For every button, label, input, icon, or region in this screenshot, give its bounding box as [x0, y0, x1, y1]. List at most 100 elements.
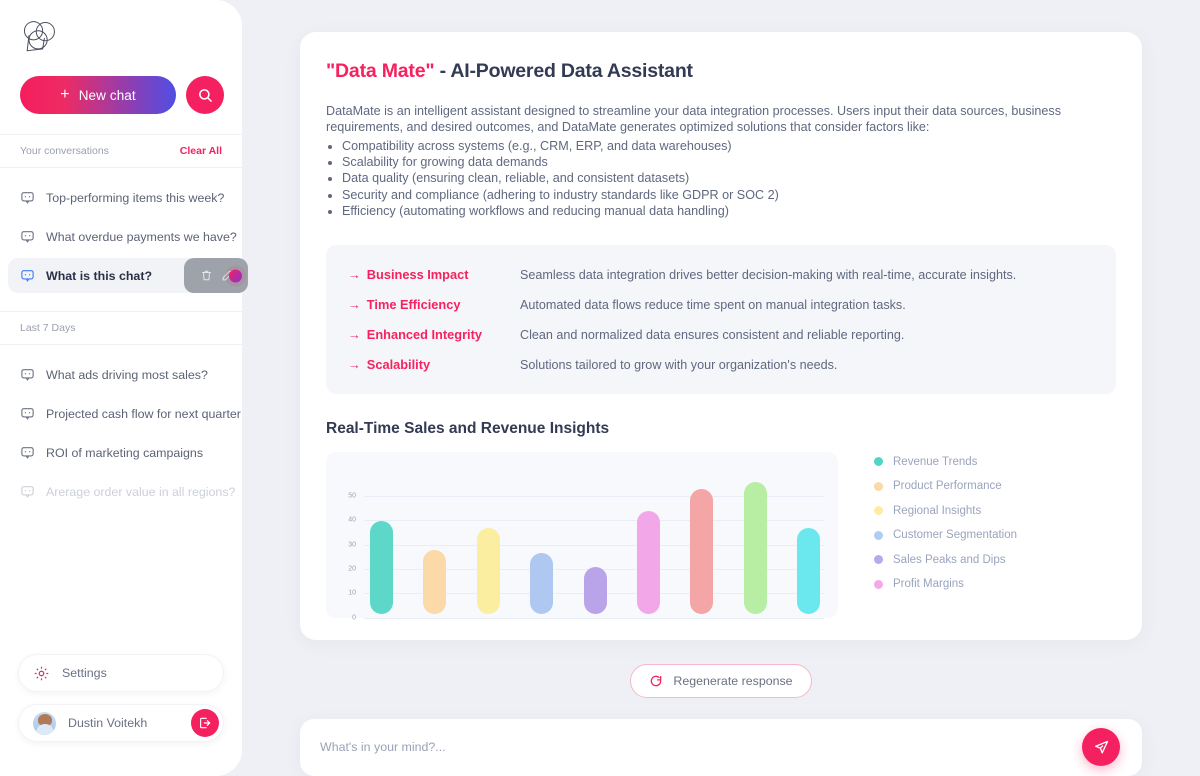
sidebar: + New chat Your conversations Clear All …	[0, 0, 248, 776]
conversation-item[interactable]: What overdue payments we have?	[8, 219, 237, 254]
page-title-rest: - AI-Powered Data Assistant	[434, 60, 693, 82]
legend-item[interactable]: Revenue Trends	[874, 456, 1017, 468]
conversations-header: Your conversations Clear All	[0, 134, 242, 168]
conversations-title: Your conversations	[20, 145, 109, 157]
benefit-value: Seamless data integration drives better …	[520, 267, 1017, 282]
bar	[530, 552, 554, 614]
legend-color-dot	[874, 530, 883, 540]
conversation-label: Top-performing items this week?	[46, 190, 225, 205]
intro-paragraph: DataMate is an intelligent assistant des…	[326, 104, 1062, 135]
benefit-key: → Business Impact	[348, 267, 520, 282]
message-composer	[300, 718, 1142, 776]
user-profile-row[interactable]: Dustin Voitekh	[18, 704, 224, 742]
settings-button[interactable]: Settings	[18, 654, 224, 692]
clear-all-button[interactable]: Clear All	[180, 145, 222, 157]
message-input[interactable]	[320, 740, 1082, 755]
main-content: "Data Mate" - AI-Powered Data Assistant …	[242, 0, 1200, 776]
bar	[690, 489, 714, 614]
legend-item[interactable]: Product Performance	[874, 480, 1017, 492]
trash-icon[interactable]	[200, 269, 213, 282]
page-title-highlight: "Data Mate"	[326, 60, 435, 82]
legend-color-dot	[874, 481, 883, 491]
y-axis-tick: 10	[348, 589, 356, 597]
legend-label: Product Performance	[893, 480, 1002, 493]
y-axis-tick: 30	[348, 541, 356, 549]
chart-bars	[370, 470, 820, 614]
chat-bubble-icon	[21, 408, 34, 420]
conversation-list: Top-performing items this week? What over…	[0, 168, 248, 297]
chat-bubble-icon	[21, 192, 34, 204]
user-name: Dustin Voitekh	[68, 716, 148, 730]
bar	[636, 511, 660, 614]
regenerate-wrapper: Regenerate response	[630, 663, 812, 698]
bar	[423, 550, 447, 614]
arrow-right-icon: →	[348, 296, 361, 312]
legend-color-dot	[874, 457, 883, 467]
bar	[797, 528, 820, 614]
sidebar-footer: Settings Dustin Voitekh	[0, 654, 242, 776]
search-button[interactable]	[186, 76, 224, 114]
legend-label: Customer Segmentation	[893, 529, 1018, 542]
conversation-label: What ads driving most sales?	[46, 367, 208, 382]
benefits-panel: → Business Impact Seamless data integratio…	[326, 244, 1116, 394]
benefit-key: → Enhanced Integrity	[348, 327, 520, 342]
legend-item[interactable]: Sales Peaks and Dips	[874, 554, 1017, 566]
conversation-label: ROI of marketing campaigns	[46, 445, 204, 460]
y-axis-tick: 20	[348, 565, 356, 573]
page-title: "Data Mate" - AI-Powered Data Assistant	[326, 60, 1116, 83]
logout-button[interactable]	[191, 709, 219, 737]
benefit-row: → Time Efficiency Automated data flows red…	[348, 297, 1090, 312]
conversation-label: Arerage order value in all regions?	[46, 484, 236, 499]
benefit-value: Automated data flows reduce time spent o…	[520, 297, 906, 312]
recent-conversation-list: What ads driving most sales? Projected ca…	[0, 345, 242, 513]
new-chat-label: New chat	[78, 87, 136, 103]
arrow-right-icon: →	[348, 266, 361, 282]
legend-color-dot	[874, 506, 883, 516]
chat-bubble-icon	[21, 231, 34, 243]
avatar	[33, 711, 56, 735]
conversation-label: What overdue payments we have?	[46, 229, 237, 244]
logout-icon	[200, 717, 211, 729]
y-axis-tick: 0	[352, 614, 356, 622]
plus-icon: +	[60, 85, 70, 103]
conversation-item[interactable]: Arerage order value in all regions?	[8, 474, 236, 509]
list-item: Efficiency (automating workflows and red…	[342, 203, 1116, 219]
logo-container	[0, 0, 242, 74]
chat-bubble-icon	[21, 486, 34, 498]
app-root: + New chat Your conversations Clear All …	[0, 0, 1200, 776]
response-card: "Data Mate" - AI-Powered Data Assistant …	[300, 32, 1142, 640]
bar	[370, 520, 393, 614]
arrow-right-icon: →	[348, 356, 361, 372]
y-axis-tick: 50	[348, 492, 356, 500]
legend-item[interactable]: Customer Segmentation	[874, 529, 1017, 541]
benefit-row: → Business Impact Seamless data integratio…	[348, 267, 1090, 282]
gradient-status-dot[interactable]	[229, 269, 242, 282]
benefit-key: → Time Efficiency	[348, 297, 520, 312]
legend-label: Profit Margins	[893, 578, 964, 591]
send-button[interactable]	[1082, 728, 1120, 767]
benefit-value: Solutions tailored to grow with your org…	[520, 357, 838, 372]
new-chat-button[interactable]: + New chat	[20, 76, 176, 114]
chat-bubble-icon	[21, 270, 34, 282]
legend-item[interactable]: Profit Margins	[874, 578, 1017, 590]
benefit-label: Enhanced Integrity	[366, 326, 482, 342]
legend-item[interactable]: Regional Insights	[874, 505, 1017, 517]
chart-title: Real-Time Sales and Revenue Insights	[326, 419, 610, 437]
benefit-value: Clean and normalized data ensures consis…	[520, 327, 905, 342]
regenerate-response-button[interactable]: Regenerate response	[630, 663, 812, 698]
section-header-last-7-days: Last 7 Days	[0, 311, 242, 345]
benefit-label: Time Efficiency	[366, 296, 461, 312]
conversation-item[interactable]: Top-performing items this week?	[8, 180, 234, 215]
gridline	[364, 617, 824, 619]
conversation-item[interactable]: ROI of marketing campaigns	[8, 435, 234, 470]
benefit-label: Scalability	[366, 356, 431, 372]
benefit-label: Business Impact	[366, 266, 469, 282]
send-icon	[1094, 740, 1108, 754]
conversation-item[interactable]: What is this chat?	[8, 258, 248, 293]
plot-inner: 50 40 30 20 10 0	[340, 470, 824, 621]
conversation-item[interactable]: Projected cash flow for next quarter	[8, 396, 241, 431]
conversation-item[interactable]: What ads driving most sales?	[8, 357, 234, 392]
chat-bubble-icon	[21, 369, 34, 381]
list-item: Security and compliance (adhering to ind…	[342, 187, 1116, 203]
feature-bullet-list: Compatibility across systems (e.g., CRM,…	[342, 138, 1116, 219]
